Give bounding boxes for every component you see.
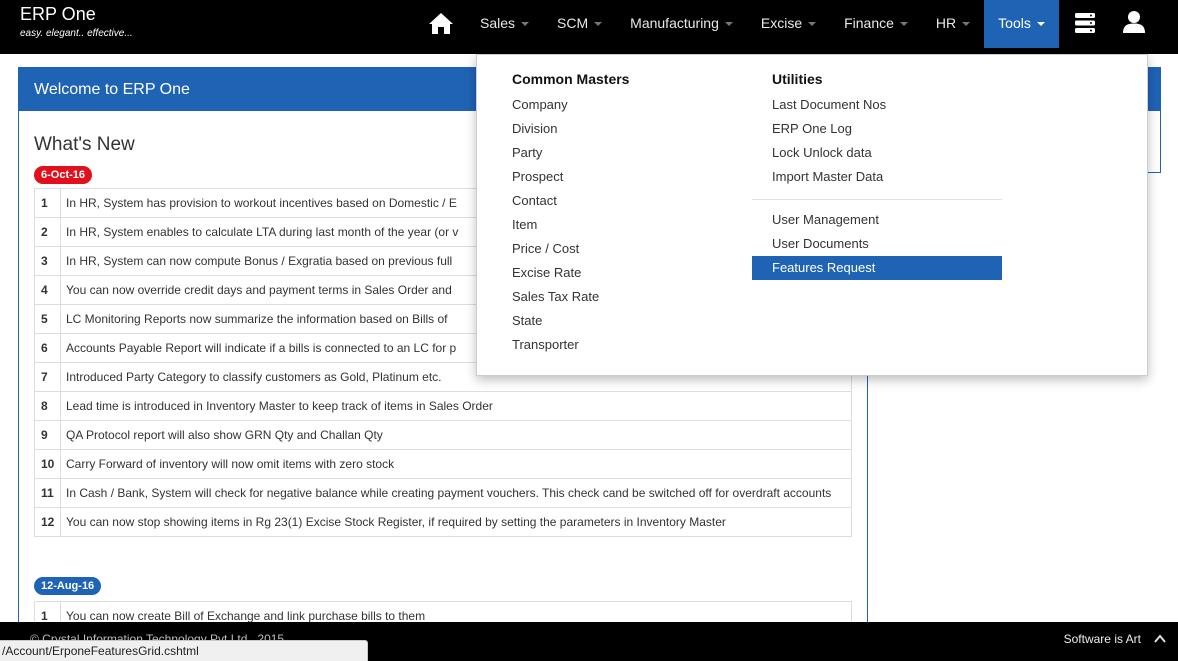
menu-item-user-management[interactable]: User Management xyxy=(752,208,1002,232)
brand-name[interactable]: ERP One xyxy=(20,4,133,25)
brand-tagline: easy. elegant.. effective... xyxy=(20,28,133,39)
date-badge: 6-Oct-16 xyxy=(34,166,93,184)
caret-down-icon xyxy=(962,22,971,27)
utilities-column: Utilities Last Document Nos ERP One Log … xyxy=(752,69,1022,280)
row-number: 6 xyxy=(34,333,61,363)
menu-divider xyxy=(752,199,1002,200)
nav-item-label: SCM xyxy=(557,15,589,31)
row-text: QA Protocol report will also show GRN Qt… xyxy=(60,420,852,450)
menu-item-prospect[interactable]: Prospect xyxy=(512,165,629,189)
nav-item-label: Manufacturing xyxy=(630,15,719,31)
user-icon[interactable] xyxy=(1122,10,1146,34)
table-row: 8 Lead time is introduced in Inventory Ma… xyxy=(34,391,852,421)
row-number: 7 xyxy=(34,362,61,392)
server-icon[interactable] xyxy=(1074,12,1096,34)
menu-item-item[interactable]: Item xyxy=(512,213,629,237)
common-masters-column: Common Masters Company Division Party Pr… xyxy=(512,69,629,357)
row-number: 9 xyxy=(34,420,61,450)
main-nav: Sales SCM Manufacturing Excise Finance H… xyxy=(466,0,1059,48)
chevron-up-icon[interactable] xyxy=(1154,633,1166,645)
menu-item-transporter[interactable]: Transporter xyxy=(512,333,629,357)
row-text: Lead time is introduced in Inventory Mas… xyxy=(60,391,852,421)
nav-item-label: Tools xyxy=(998,15,1031,31)
nav-item-label: HR xyxy=(935,15,957,31)
row-text: In Cash / Bank, System will check for ne… xyxy=(60,478,852,508)
nav-item-hr[interactable]: HR xyxy=(922,0,984,48)
row-number: 5 xyxy=(34,304,61,334)
menu-item-import-master-data[interactable]: Import Master Data xyxy=(752,165,1002,189)
menu-item-user-documents[interactable]: User Documents xyxy=(752,232,1002,256)
row-text: Carry Forward of inventory will now omit… xyxy=(60,449,852,479)
row-number: 3 xyxy=(34,246,61,276)
menu-item-division[interactable]: Division xyxy=(512,117,629,141)
tools-dropdown-menu: Common Masters Company Division Party Pr… xyxy=(476,54,1148,376)
date-badge: 12-Aug-16 xyxy=(34,577,102,595)
caret-down-icon xyxy=(724,22,733,27)
menu-item-lock-unlock-data[interactable]: Lock Unlock data xyxy=(752,141,1002,165)
menu-item-last-document-nos[interactable]: Last Document Nos xyxy=(752,93,1002,117)
menu-item-company[interactable]: Company xyxy=(512,93,629,117)
table-row: 11 In Cash / Bank, System will check for … xyxy=(34,478,852,508)
menu-item-state[interactable]: State xyxy=(512,309,629,333)
menu-item-erp-one-log[interactable]: ERP One Log xyxy=(752,117,1002,141)
menu-item-excise-rate[interactable]: Excise Rate xyxy=(512,261,629,285)
nav-item-tools[interactable]: Tools xyxy=(984,0,1059,48)
caret-down-icon xyxy=(594,22,603,27)
row-number: 10 xyxy=(34,449,61,479)
utilities-heading: Utilities xyxy=(772,71,823,87)
top-navbar: ERP One easy. elegant.. effective... Sal… xyxy=(0,0,1178,54)
table-row: 12 You can now stop showing items in Rg 2… xyxy=(34,507,852,537)
menu-item-sales-tax-rate[interactable]: Sales Tax Rate xyxy=(512,285,629,309)
table-row: 9 QA Protocol report will also show GRN Q… xyxy=(34,420,852,450)
common-masters-heading: Common Masters xyxy=(512,71,630,87)
nav-item-label: Finance xyxy=(844,15,894,31)
table-row: 10 Carry Forward of inventory will now om… xyxy=(34,449,852,479)
caret-down-icon xyxy=(808,22,817,27)
menu-item-price-cost[interactable]: Price / Cost xyxy=(512,237,629,261)
row-number: 12 xyxy=(34,507,61,537)
nav-item-label: Sales xyxy=(480,15,516,31)
nav-item-manufacturing[interactable]: Manufacturing xyxy=(616,0,747,48)
caret-down-icon xyxy=(1036,22,1045,27)
menu-item-features-request[interactable]: Features Request xyxy=(752,256,1002,280)
whats-new-heading: What's New xyxy=(34,134,135,155)
nav-item-sales[interactable]: Sales xyxy=(466,0,543,48)
nav-item-finance[interactable]: Finance xyxy=(830,0,922,48)
row-number: 4 xyxy=(34,275,61,305)
caret-down-icon xyxy=(899,22,908,27)
row-text: You can now stop showing items in Rg 23(… xyxy=(60,507,852,537)
nav-item-excise[interactable]: Excise xyxy=(747,0,830,48)
nav-item-label: Excise xyxy=(760,15,803,31)
status-bar-url: /Account/ErponeFeaturesGrid.cshtml xyxy=(0,640,368,661)
row-number: 8 xyxy=(34,391,61,421)
row-number: 1 xyxy=(34,188,61,218)
brand[interactable]: ERP One easy. elegant.. effective... xyxy=(20,4,133,39)
nav-item-scm[interactable]: SCM xyxy=(543,0,616,48)
row-number: 11 xyxy=(34,478,61,508)
menu-item-party[interactable]: Party xyxy=(512,141,629,165)
footer-tagline: Software is Art xyxy=(1063,632,1141,646)
caret-down-icon xyxy=(521,22,530,27)
home-icon[interactable] xyxy=(428,11,454,35)
menu-item-contact[interactable]: Contact xyxy=(512,189,629,213)
row-number: 2 xyxy=(34,217,61,247)
